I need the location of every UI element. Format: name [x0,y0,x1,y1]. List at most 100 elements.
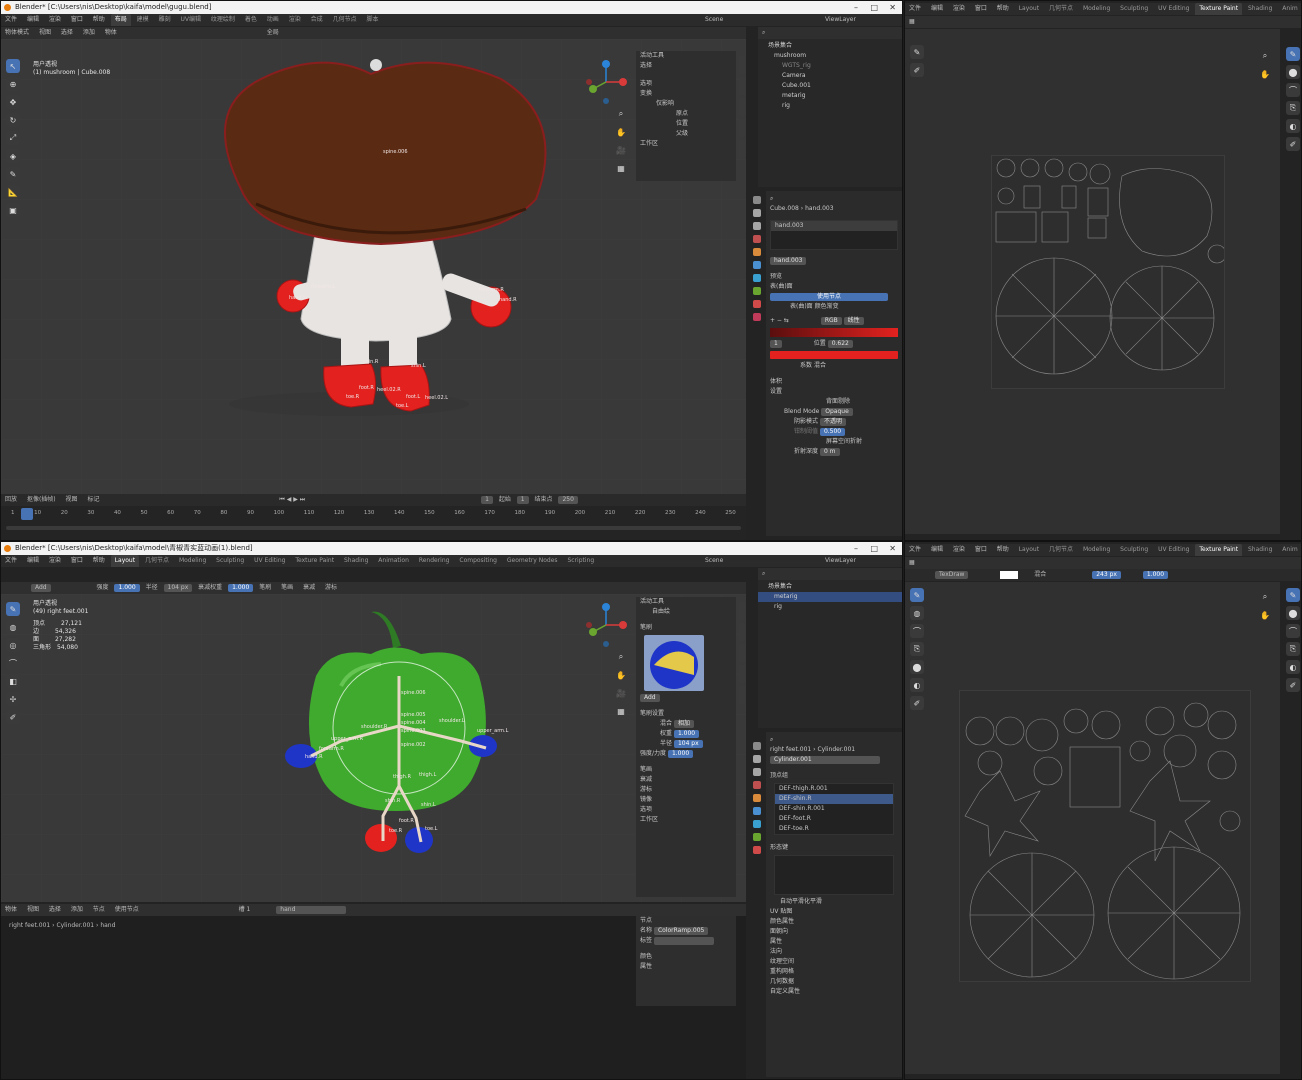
close-icon[interactable]: ✕ [889,1,896,14]
material-selector[interactable]: hand.003 [766,256,902,266]
outliner-item[interactable]: WGTS_rig [758,61,902,71]
zoom-icon[interactable]: ⌕ [614,107,628,121]
use-nodes-button[interactable]: 使用节点 [770,292,888,301]
marker-menu[interactable]: 标记 [83,494,103,506]
menu-help[interactable]: 帮助 [89,14,109,26]
outliner-item[interactable]: rig [758,101,902,111]
scale-tool-icon[interactable]: ⤢ [6,131,20,145]
stroke-section[interactable]: 笔画 [636,765,736,775]
tab-shading[interactable]: 着色 [241,14,261,26]
color-ramp-bar[interactable] [770,328,898,337]
symmetry-section[interactable]: 镜像 [636,795,736,805]
blend-dropdown[interactable]: 相加 [673,719,694,728]
output-tab-icon[interactable] [753,768,761,776]
annotate-tool-icon[interactable]: ✐ [910,696,924,710]
volume-section[interactable]: 体积 [766,377,902,387]
tool-tab-icon[interactable] [753,742,761,750]
menu-file[interactable]: 文件 [905,3,925,15]
paint-brush-icon[interactable]: ✎ [1286,588,1300,602]
tab-sculpting[interactable]: 雕刻 [155,14,175,26]
cursor-menu[interactable]: 游标 [321,582,341,594]
pan-hand-icon[interactable]: ✋ [614,668,628,682]
tab-modeling[interactable]: 建模 [133,14,153,26]
render-tab-icon[interactable] [753,755,761,763]
node-menu[interactable]: 节点 [89,904,109,916]
tab-uv-editing[interactable]: UV编辑 [177,14,206,26]
menu-help[interactable]: 帮助 [993,3,1013,15]
keying-menu[interactable]: 抠像(插帧) [23,494,60,506]
locations-checkbox[interactable]: 位置 [636,119,736,129]
annotate-tool-icon[interactable]: ✐ [1286,137,1300,151]
tab-rendering[interactable]: Rendering [415,555,454,567]
menu-render[interactable]: 渲染 [949,544,969,556]
vertex-group-item[interactable]: DEF-toe.R [775,824,893,834]
fill-tool-icon[interactable]: ⬤ [910,660,924,674]
sidebar-tab[interactable] [739,140,745,158]
image-editor[interactable]: ✎ ◍ ⌒ ⎘ ⬤ ◐ ✐ ⌕ ✋ [905,582,1280,1074]
tab-scripting[interactable]: Scripting [563,555,598,567]
physics-tab-icon[interactable] [753,274,761,282]
workspace-section[interactable]: 工作区 [636,815,736,825]
sidebar-tab[interactable] [739,119,745,137]
ramp-pos-field[interactable]: 0.622 [827,339,853,348]
outliner-item[interactable]: metarig [758,592,902,602]
maximize-icon[interactable]: □ [870,542,878,555]
image-editor[interactable]: ✎ ✐ ⌕ ✋ [905,29,1280,534]
vertex-group-item[interactable]: DEF-shin.R.001 [775,804,893,814]
sidebar-tab[interactable] [739,686,745,704]
clip-threshold-field[interactable]: 0.500 [819,427,846,436]
physics-tab-icon[interactable] [753,820,761,828]
menu-file[interactable]: 文件 [905,544,925,556]
refraction-depth-field[interactable]: 0 m [819,447,840,456]
tab-shading[interactable]: Shading [340,555,372,567]
parents-checkbox[interactable]: 父级 [636,129,736,139]
geodata-section[interactable]: 几何数据 [766,977,902,987]
smear-tool-icon[interactable]: ⌒ [910,624,924,638]
weight-field[interactable]: 1.000 [673,729,700,738]
modifier-tab-icon[interactable] [753,261,761,269]
minimize-icon[interactable]: – [854,1,858,14]
tab-modeling[interactable]: Modeling [1079,544,1114,556]
grid-view-icon[interactable]: ▦ [614,161,628,175]
tab-layout[interactable]: Layout [110,555,140,567]
stroke-menu[interactable]: 笔画 [277,582,297,594]
falloff-section[interactable]: 衰减 [636,775,736,785]
filter-icon[interactable]: ⌕ [758,568,769,580]
clone-tool-icon[interactable]: ⎘ [910,642,924,656]
soften-tool-icon[interactable]: ◍ [910,606,924,620]
workspace-section[interactable]: 工作区 [636,139,736,149]
slot-dropdown[interactable]: 槽 1 [235,904,255,916]
tab-rendering[interactable]: 渲染 [285,14,305,26]
viewlayer-selector[interactable]: ViewLayer [821,555,860,567]
transform-section[interactable]: 变换 [636,89,736,99]
sidebar-tab[interactable] [739,665,745,683]
draw-tool-icon[interactable]: ✎ [6,602,20,616]
outliner-item[interactable]: rig [758,602,902,612]
origins-checkbox[interactable]: 原点 [636,109,736,119]
smear-tool-icon[interactable]: ⌒ [1286,624,1300,638]
color-section[interactable]: 颜色 [636,952,736,962]
menu-edit[interactable]: 编辑 [927,3,947,15]
average-tool-icon[interactable]: ◎ [6,638,20,652]
tab-sculpting[interactable]: Sculpting [212,555,248,567]
tab-animation[interactable]: 动画 [263,14,283,26]
playhead[interactable] [21,508,33,520]
smear-tool-icon[interactable]: ⌒ [1286,83,1300,97]
menu-file[interactable]: 文件 [1,555,21,567]
ramp-stop-color[interactable] [770,351,898,359]
brush-settings-section[interactable]: 笔刷设置 [636,709,736,719]
tab-texture-paint[interactable]: Texture Paint [1195,3,1243,15]
camera-icon[interactable]: 🎥 [614,143,628,157]
tab-uv-editing[interactable]: UV Editing [1154,3,1193,15]
tab-modeling[interactable]: Modeling [175,555,210,567]
outliner-item[interactable]: metarig [758,91,902,101]
smear-tool-icon[interactable]: ⌒ [6,656,20,670]
transform-orientation-dropdown[interactable]: 全局 [263,27,283,39]
select-menu[interactable]: 选择 [45,904,65,916]
options-section[interactable]: 选项 [636,79,736,89]
add-menu[interactable]: 添加 [79,27,99,39]
menu-file[interactable]: 文件 [1,14,21,26]
tab-scripting[interactable]: 脚本 [363,14,383,26]
tab-shading[interactable]: Shading [1244,3,1276,15]
vertex-group-list[interactable]: DEF-thigh.R.001 DEF-shin.R DEF-shin.R.00… [774,783,894,835]
